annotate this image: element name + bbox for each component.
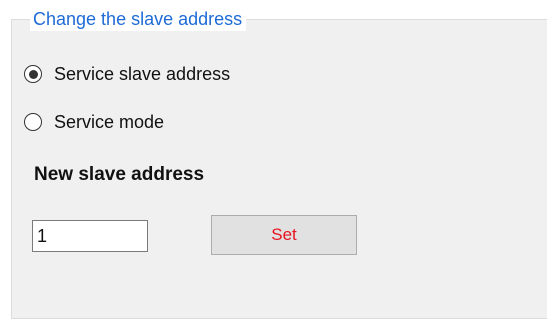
- service-mode-label[interactable]: Service mode: [54, 112, 164, 133]
- service-mode-radio[interactable]: Service mode: [24, 108, 164, 136]
- new-slave-address-heading: New slave address: [34, 164, 205, 185]
- radio-button-selected-icon[interactable]: [24, 65, 42, 83]
- radio-dot-icon: [28, 69, 38, 79]
- service-slave-address-label[interactable]: Service slave address: [54, 64, 230, 85]
- slave-address-input[interactable]: [32, 220, 148, 252]
- service-slave-address-radio[interactable]: Service slave address: [24, 60, 230, 88]
- set-button[interactable]: Set: [211, 215, 357, 255]
- radio-button-unselected-icon[interactable]: [24, 113, 42, 131]
- group-title: Change the slave address: [30, 7, 247, 31]
